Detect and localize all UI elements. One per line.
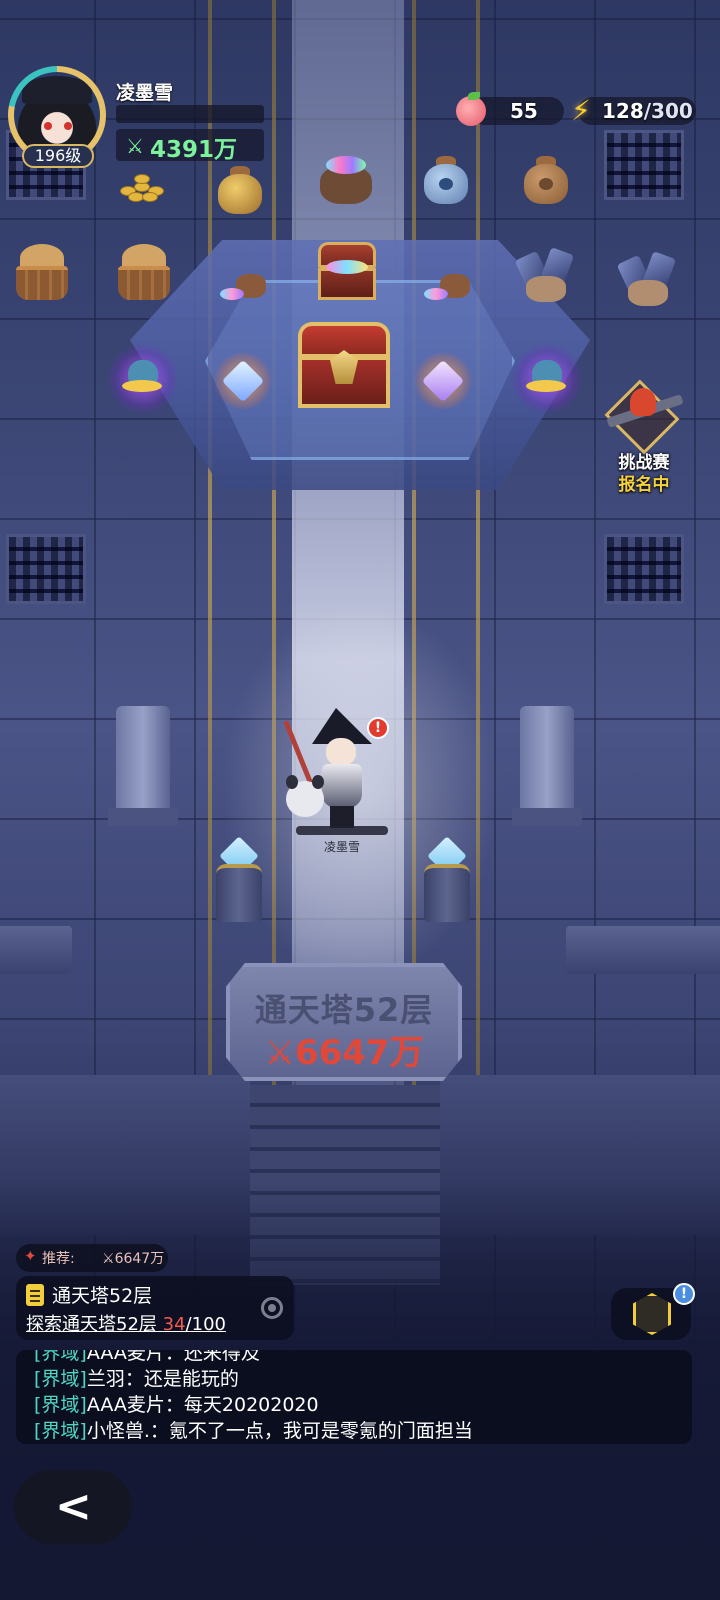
chat-message: [界域]小怪兽.：氪不了一点，我可是零氪的门面担当 [34, 1416, 473, 1443]
broken-pillar [512, 706, 582, 826]
challenge-event-button[interactable]: 挑战赛 报名中 [596, 379, 692, 495]
chat-sender: AAA麦片 [86, 1394, 165, 1416]
stone-ledge [0, 926, 72, 974]
sand-bucket-item[interactable] [114, 242, 174, 302]
chat-text: ：氪不了一点，我可是零氪的门面担当 [149, 1420, 473, 1442]
gem-pouch-item[interactable] [220, 272, 268, 304]
purple-money-bag-item[interactable] [512, 344, 582, 414]
player-avatar[interactable]: 196级 [8, 66, 108, 168]
peach-count: 55 [510, 99, 538, 123]
recommend-label: 推荐: [42, 1251, 75, 1267]
sand-bucket-item[interactable] [12, 242, 72, 302]
energy-current: 128 [602, 99, 644, 123]
chat-text: ：还是能玩的 [124, 1368, 239, 1390]
chat-channel: [界域] [34, 1350, 87, 1364]
energy-value: 128/300 [602, 98, 693, 124]
task-progress: 34 [162, 1314, 186, 1335]
peach-icon [456, 92, 486, 126]
title-bar [116, 105, 264, 123]
energy-max: /300 [643, 99, 693, 123]
chat-sender: 兰羽 [86, 1368, 125, 1390]
wall-grate [6, 534, 86, 604]
crystal-ore-item[interactable] [614, 250, 680, 306]
chat-panel[interactable]: [界域]AAA麦片：还来得及 [界域]兰羽：还是能玩的 [界域]AAA麦片：每天… [16, 1350, 692, 1444]
chat-message: [界域]AAA麦片：每天20202020 [34, 1390, 319, 1417]
purple-money-bag-item[interactable] [108, 344, 178, 414]
gem-bag-item[interactable] [316, 152, 376, 204]
character-name: 凌墨雪 [323, 840, 360, 854]
player-name: 凌墨雪 [116, 82, 174, 104]
panda-pet [284, 775, 326, 819]
chat-message: [界域]兰羽：还是能玩的 [34, 1364, 239, 1391]
recommend-value: ⚔6647万 [102, 1251, 165, 1267]
paw-sack-item[interactable] [518, 152, 574, 204]
chat-channel: [界域] [34, 1368, 87, 1390]
floor-required-power: ⚔6647万 [264, 1033, 424, 1073]
grand-treasure-chest[interactable] [298, 322, 390, 408]
broken-pillar [108, 706, 178, 826]
task-total: /100 [185, 1314, 226, 1335]
character-hp-bar [296, 826, 388, 835]
back-arrow-icon: < [55, 1481, 92, 1532]
gem-pouch-item[interactable] [424, 272, 472, 304]
chat-channel: [界域] [34, 1420, 87, 1442]
crystal-pedestal [420, 836, 474, 922]
task-desc-text: 探索通天塔52层 [26, 1314, 163, 1335]
player-power: 4391万 [150, 137, 238, 163]
locate-target-icon[interactable] [261, 1297, 283, 1319]
challenge-portrait-icon [604, 379, 684, 455]
wall-grate [604, 130, 684, 200]
crystal-pedestal [212, 836, 266, 922]
floor-power-value: 6647万 [294, 1033, 424, 1073]
chat-sender: 小怪兽. [86, 1420, 150, 1442]
task-title: 通天塔52层 [52, 1285, 153, 1307]
blue-paw-sack-item[interactable] [418, 152, 474, 204]
blue-star-gem-item[interactable] [214, 352, 272, 410]
player-level: 196级 [22, 144, 94, 168]
character-alert-icon[interactable]: ! [367, 717, 389, 739]
purple-star-gem-item[interactable] [414, 352, 472, 410]
task-description[interactable]: 探索通天塔52层 34/100 [26, 1310, 226, 1336]
chat-message: [界域]AAA麦片：还来得及 [34, 1350, 260, 1365]
gold-sack-item[interactable] [212, 162, 268, 214]
small-treasure-chest[interactable] [316, 242, 378, 302]
lightning-bolt-icon: ⚡ [571, 94, 591, 127]
clipboard-icon [26, 1284, 44, 1306]
chat-channel: [界域] [34, 1394, 87, 1416]
chat-text: AAA麦片：还来得及 [86, 1350, 260, 1364]
sparkle-icon: ✦ [24, 1247, 37, 1265]
chat-text: ：每天20202020 [164, 1394, 319, 1416]
crystal-ore-item[interactable] [512, 246, 578, 302]
stone-ledge [566, 926, 720, 974]
wall-grate [604, 534, 684, 604]
gold-coins-item[interactable] [116, 172, 172, 204]
recommend-power: 6647万 [114, 1251, 165, 1267]
power-icon: ⚔ [126, 134, 144, 158]
challenge-status: 报名中 [618, 475, 670, 495]
cube-notification-badge: ! [673, 1283, 695, 1305]
